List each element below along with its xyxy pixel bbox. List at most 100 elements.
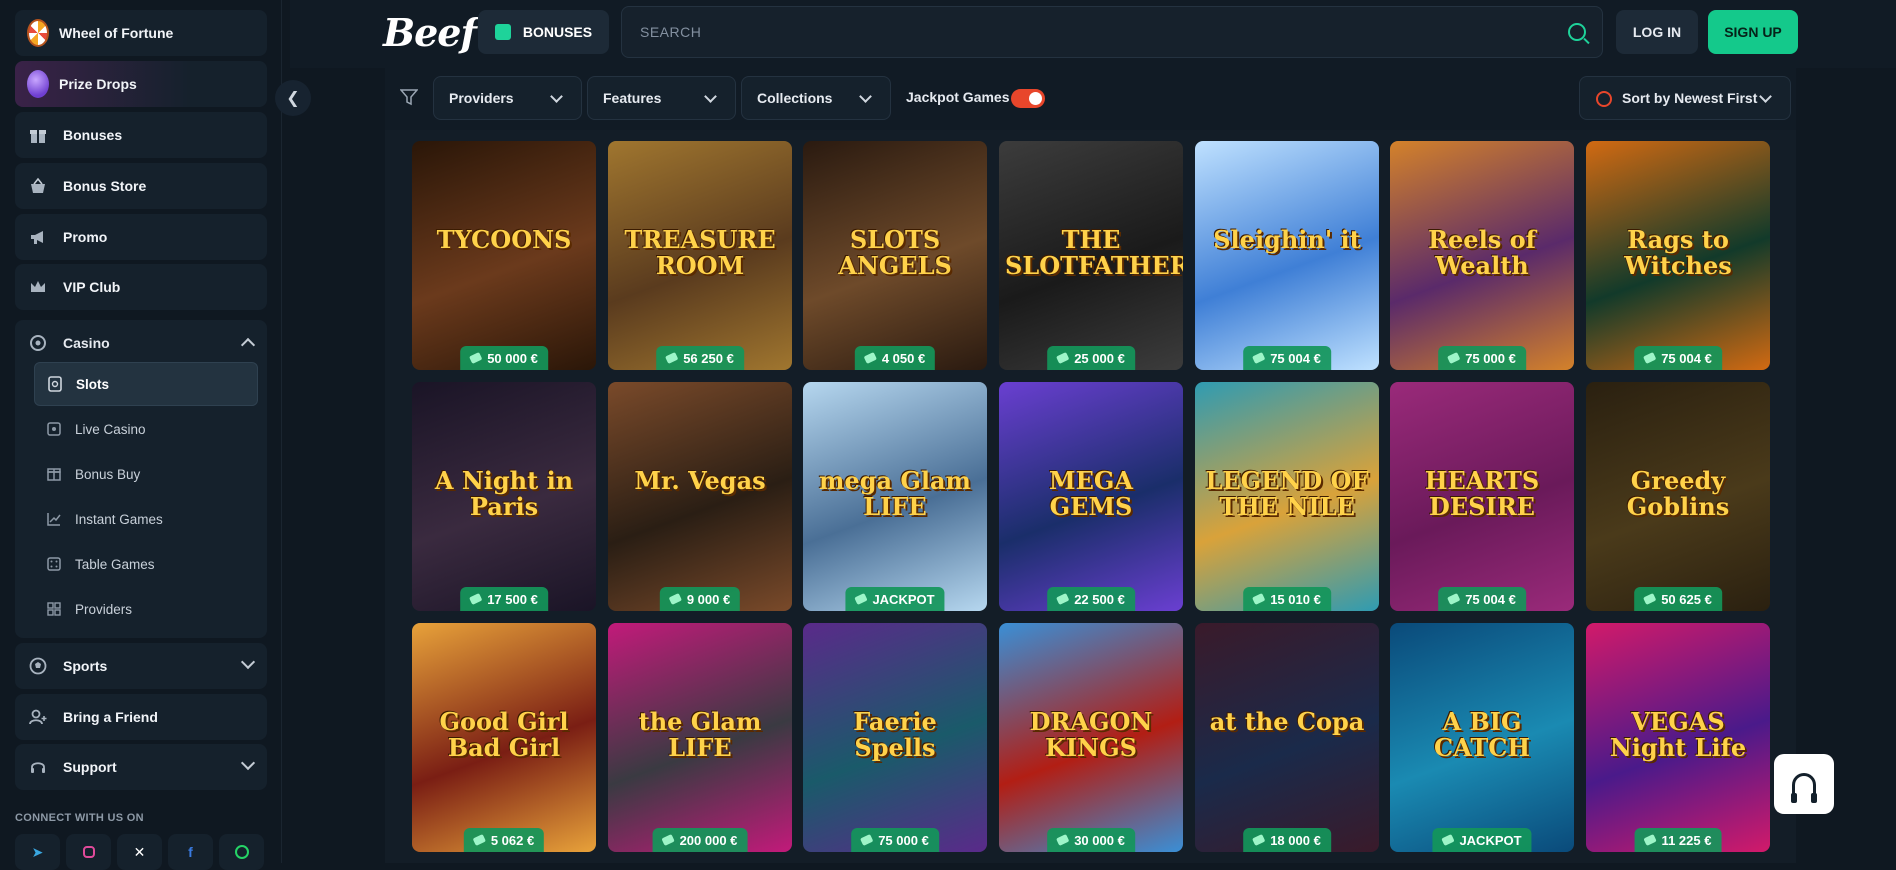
jackpot-badge: 200 000 € [652,828,748,852]
crown-icon [27,276,49,298]
sidebar-item-support[interactable]: Support [15,744,267,790]
sidebar-item-label: Sports [63,658,108,674]
jackpot-amount: 17 500 € [487,591,538,607]
money-icon [854,593,868,605]
jackpot-badge: 56 250 € [656,346,744,370]
game-tile[interactable]: DRAGON KINGS 30 000 € [999,623,1183,852]
jackpot-badge: JACKPOT [845,587,945,611]
sidebar-sub-table-games[interactable]: Table Games [34,542,258,586]
sidebar-item-casino[interactable]: Casino [15,320,267,366]
jackpot-amount: 50 625 € [1661,591,1712,607]
game-title: mega Glam LIFE [819,466,971,521]
jackpot-amount: 9 000 € [686,591,731,607]
jackpot-amount: 75 004 € [1661,350,1712,366]
live-icon [46,422,62,436]
jackpot-amount: 50 000 € [487,350,538,366]
sidebar-sub-bonus-buy[interactable]: Bonus Buy [34,452,258,496]
jackpot-games-toggle[interactable] [1011,89,1045,108]
game-tile[interactable]: at the Copa 18 000 € [1195,623,1379,852]
sidebar-item-prize-drops[interactable]: Prize Drops [15,61,267,107]
sidebar-item-vip-club[interactable]: VIP Club [15,264,267,310]
game-tile[interactable]: LEGEND OF THE NILE 15 010 € [1195,382,1379,611]
filter-icon[interactable] [399,88,419,106]
game-tile[interactable]: MEGA GEMS 22 500 € [999,382,1183,611]
basket-icon [27,175,49,197]
sidebar-item-bring-a-friend[interactable]: Bring a Friend [15,694,267,740]
search-input[interactable]: SEARCH [621,6,1603,58]
sidebar-sub-providers[interactable]: Providers [34,587,258,631]
sidebar-item-bonus-store[interactable]: Bonus Store [15,163,267,209]
game-tile[interactable]: Mr. Vegas 9 000 € [608,382,792,611]
collapse-sidebar-button[interactable]: ❮ [275,80,311,116]
sidebar-item-label: VIP Club [63,279,121,295]
jackpot-amount: 4 050 € [881,350,926,366]
jackpot-amount: 75 004 € [1270,350,1321,366]
bonuses-button[interactable]: BONUSES [478,10,609,54]
money-icon [469,352,483,364]
chevron-down-icon [240,654,256,670]
game-tile[interactable]: TREASURE ROOM 56 250 € [608,141,792,370]
bonus-buy-icon [46,467,62,481]
jackpot-badge: 17 500 € [460,587,548,611]
slot-icon [47,376,63,392]
chevron-down-icon [550,90,563,103]
sidebar-item-label: Promo [63,229,108,245]
collections-dropdown[interactable]: Collections [741,76,891,120]
game-title: the Glam LIFE [638,707,762,762]
features-dropdown[interactable]: Features [587,76,736,120]
dropdown-label: Providers [449,90,514,106]
sidebar-item-label: Bonuses [63,127,123,143]
game-title: at the Copa [1209,707,1365,736]
bonuses-label: BONUSES [522,24,593,40]
jackpot-amount: 18 000 € [1270,832,1321,848]
game-tile[interactable]: Greedy Goblins 50 625 € [1586,382,1770,611]
game-tile[interactable]: mega Glam LIFE JACKPOT [803,382,987,611]
sidebar-sub-slots[interactable]: Slots [34,362,258,406]
game-tile[interactable]: HEARTS DESIRE 75 004 € [1390,382,1574,611]
support-chat-button[interactable] [1774,754,1834,814]
game-tile[interactable]: A Night in Paris 17 500 € [412,382,596,611]
sort-dropdown[interactable]: Sort by Newest First [1579,76,1791,120]
headset-icon [1791,773,1817,803]
game-tile[interactable]: the Glam LIFE 200 000 € [608,623,792,852]
x-icon[interactable]: ✕ [117,834,162,870]
game-title: LEGEND OF THE NILE [1205,466,1369,521]
sidebar-item-bonuses[interactable]: Bonuses [15,112,267,158]
sidebar-sub-label: Bonus Buy [75,466,141,482]
telegram-icon[interactable]: ➤ [15,834,60,870]
jackpot-amount: 22 500 € [1074,591,1125,607]
whatsapp-icon[interactable] [219,834,264,870]
sidebar-item-label: Wheel of Fortune [59,25,174,41]
search-icon[interactable] [1568,23,1586,41]
game-tile[interactable]: Sleighin' it 75 004 € [1195,141,1379,370]
game-tile[interactable]: A BIG CATCH JACKPOT [1390,623,1574,852]
sidebar-sub-label: Live Casino [75,421,146,437]
site-logo[interactable]: Beef [383,10,477,55]
instagram-icon[interactable] [66,834,111,870]
signup-button[interactable]: SIGN UP [1708,10,1798,54]
game-title: MEGA GEMS [1049,466,1133,521]
game-tile[interactable]: TYCOONS 50 000 € [412,141,596,370]
game-tile[interactable]: THE SLOTFATHER 25 000 € [999,141,1183,370]
sidebar-sub-instant-games[interactable]: Instant Games [34,497,258,541]
game-title: Greedy Goblins [1626,466,1730,521]
game-tile[interactable]: Faerie Spells 75 000 € [803,623,987,852]
sidebar-item-promo[interactable]: Promo [15,214,267,260]
money-icon [469,593,483,605]
game-tile[interactable]: SLOTS ANGELS 4 050 € [803,141,987,370]
sidebar-item-sports[interactable]: Sports [15,643,267,689]
game-tile[interactable]: Good Girl Bad Girl 5 062 € [412,623,596,852]
facebook-icon[interactable]: f [168,834,213,870]
jackpot-games-label: Jackpot Games [906,89,1010,105]
game-tile[interactable]: VEGAS Night Life 11 225 € [1586,623,1770,852]
game-tile[interactable]: Rags to Witches 75 004 € [1586,141,1770,370]
game-tile[interactable]: Reels of Wealth 75 000 € [1390,141,1574,370]
jackpot-amount: 200 000 € [679,832,738,848]
sidebar-item-wheel-of-fortune[interactable]: Wheel of Fortune [15,10,267,56]
sidebar-sub-live-casino[interactable]: Live Casino [34,407,258,451]
prize-drop-icon [27,70,49,98]
money-icon [1056,834,1070,846]
jackpot-badge: 75 000 € [851,828,939,852]
providers-dropdown[interactable]: Providers [433,76,582,120]
login-button[interactable]: LOG IN [1616,10,1698,54]
